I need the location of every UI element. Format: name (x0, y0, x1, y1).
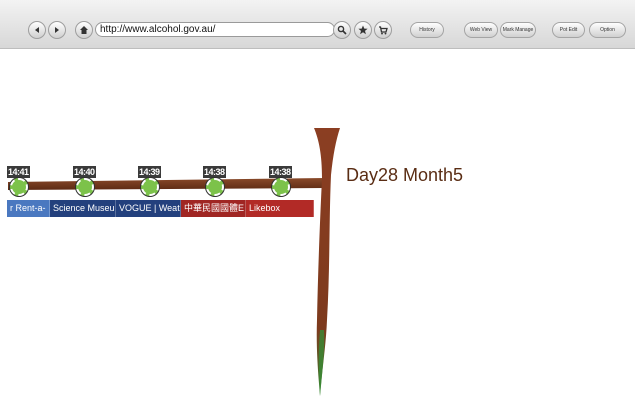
history-tab[interactable]: Likebox (246, 200, 314, 217)
node-time-label: 14:39 (138, 166, 161, 178)
node-time-label: 14:41 (7, 166, 30, 178)
timeline-trunk (314, 128, 340, 396)
history-tab[interactable]: VOGUE | Weath (116, 200, 181, 217)
node-time-label: 14:40 (73, 166, 96, 178)
history-tab[interactable]: r Rent-a- (7, 200, 50, 217)
history-node[interactable] (272, 178, 290, 196)
history-node[interactable] (76, 178, 94, 196)
node-time-label: 14:38 (203, 166, 226, 178)
history-node[interactable] (141, 178, 159, 196)
history-node[interactable] (206, 178, 224, 196)
node-time-label: 14:38 (269, 166, 292, 178)
history-node[interactable] (10, 178, 28, 196)
history-tab[interactable]: Science Museu (50, 200, 116, 217)
history-tab-strip: r Rent-a- Science Museu VOGUE | Weath 中華… (7, 200, 314, 217)
timeline-date-label: Day28 Month5 (346, 165, 464, 185)
history-tab[interactable]: 中華民國國體E (181, 200, 246, 217)
